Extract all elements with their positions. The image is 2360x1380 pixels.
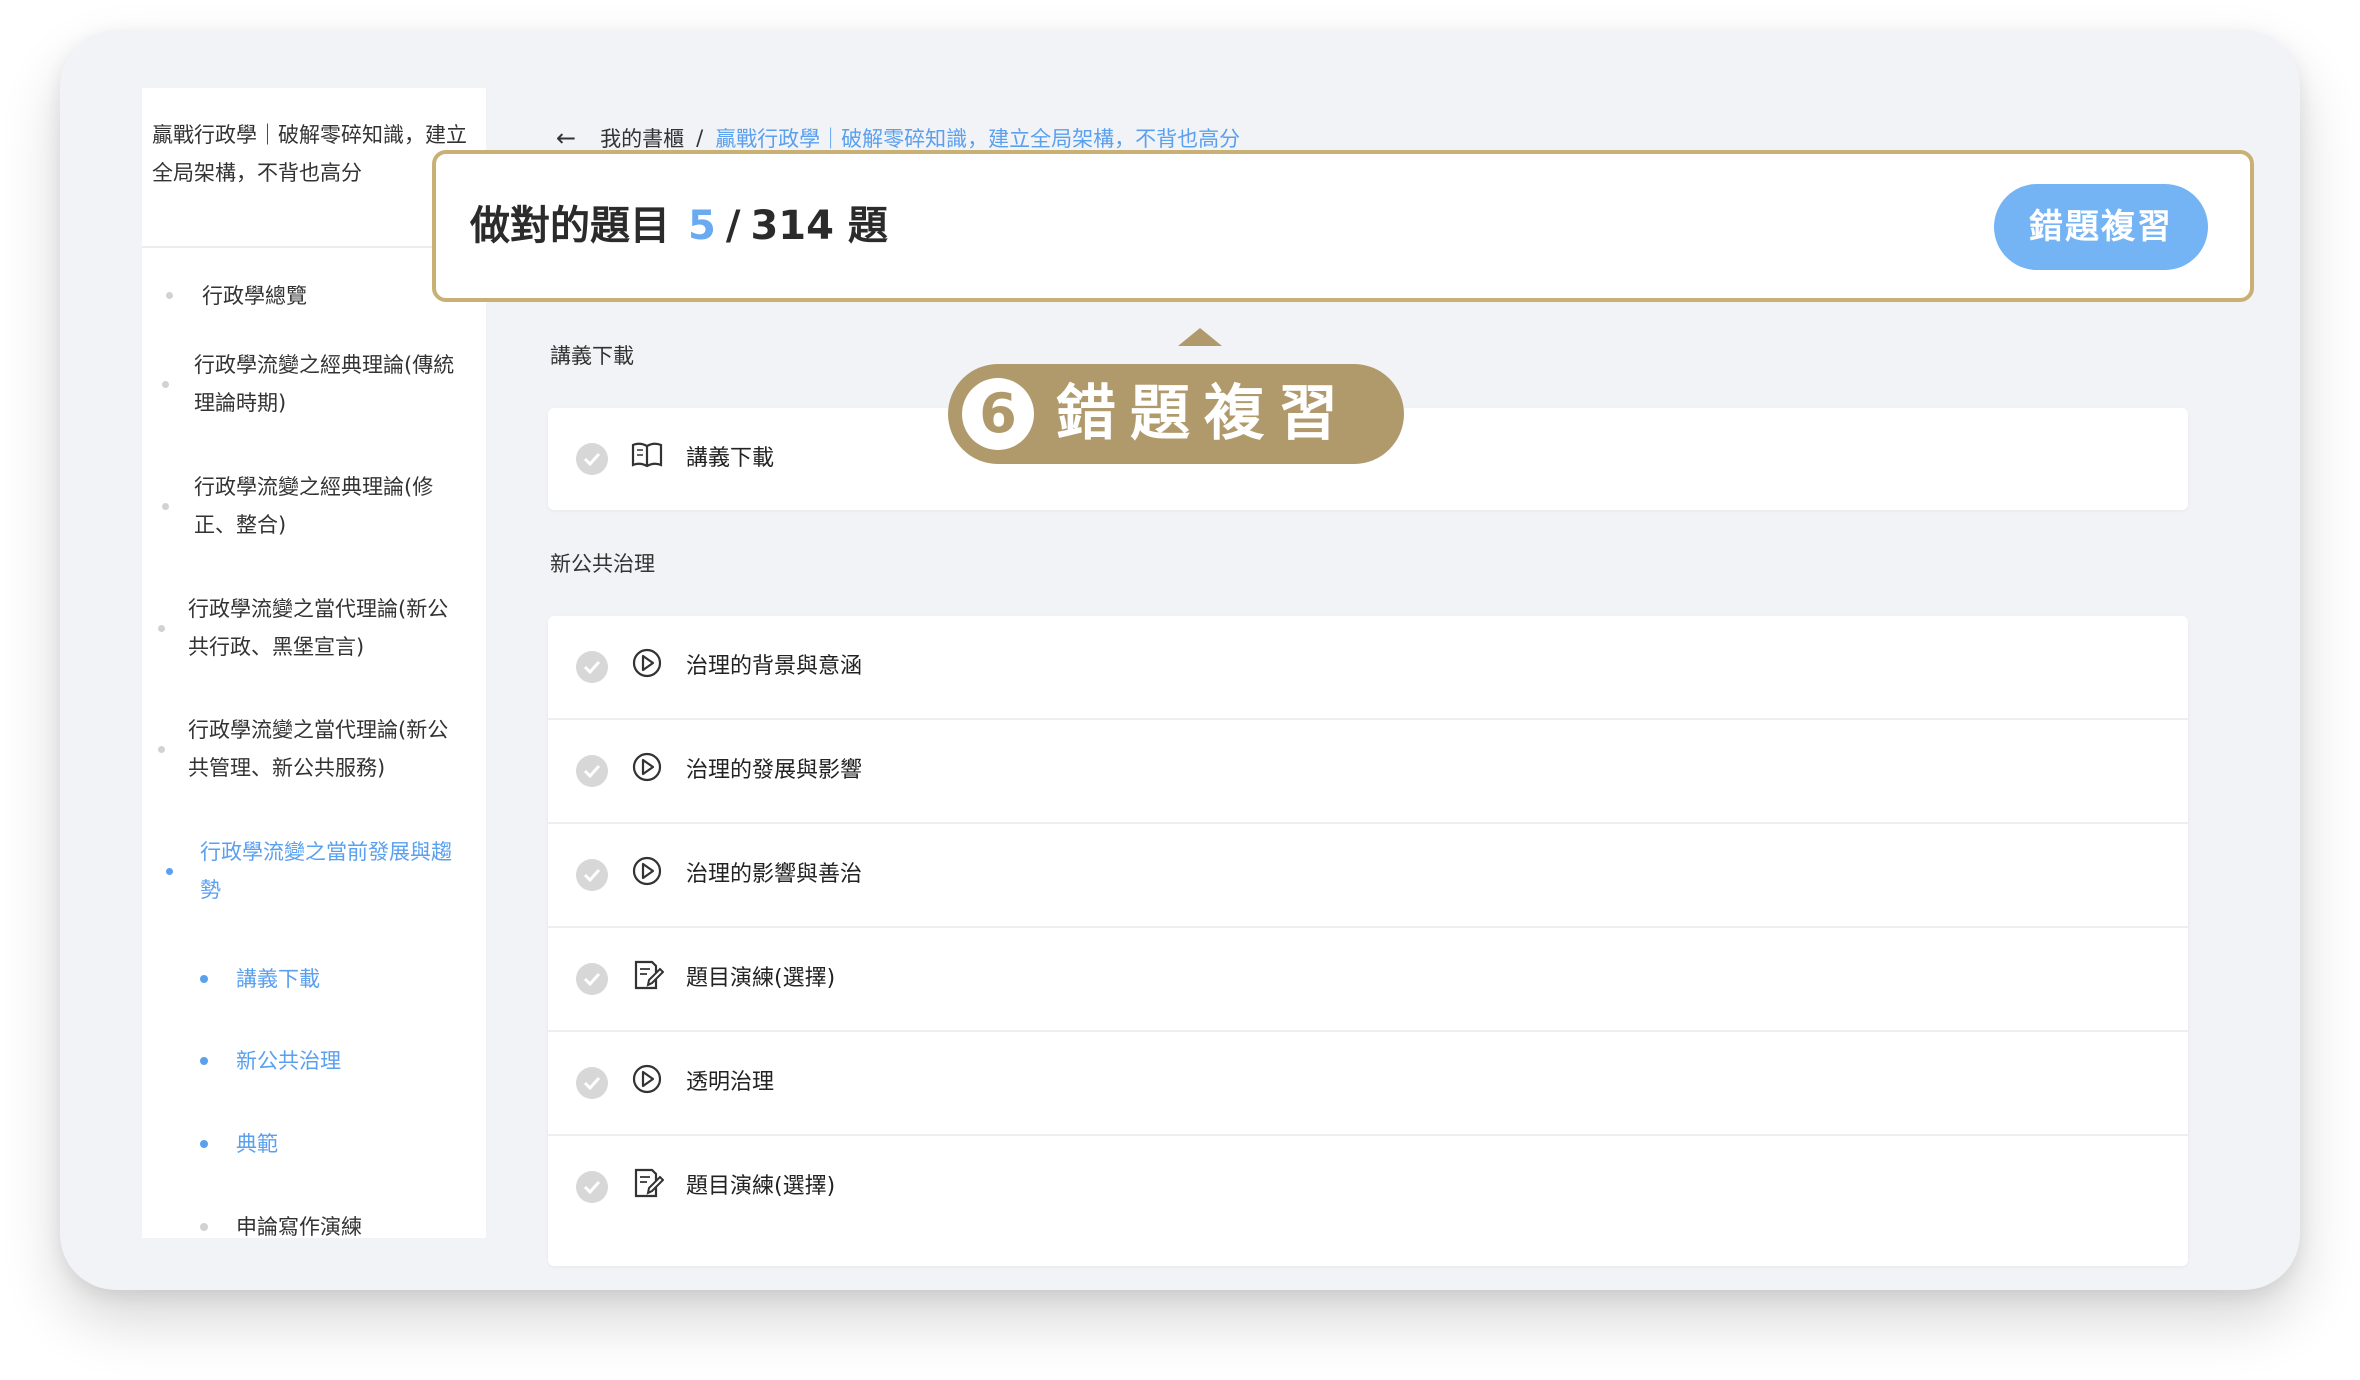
check-icon — [576, 1171, 608, 1203]
breadcrumb-separator: / — [696, 126, 704, 150]
list-item-label: 治理的背景與意涵 — [686, 654, 863, 679]
score-total: 314 題 — [750, 203, 888, 249]
exercise-icon — [634, 1168, 664, 1198]
callout-pointer — [1178, 328, 1222, 346]
play-icon — [632, 648, 662, 678]
list-item-label: 題目演練(選擇) — [686, 1174, 836, 1199]
app-window: 贏戰行政學｜破解零碎知識，建立全局架構，不背也高分 行政學總覽 行政學流變之經典… — [60, 30, 2300, 1290]
list-item-label: 治理的發展與影響 — [686, 758, 863, 783]
section-title-handout: 講義下載 — [550, 344, 634, 368]
sidebar-subitem-handout[interactable]: 講義下載 — [142, 954, 486, 1004]
check-icon — [576, 963, 608, 995]
sidebar-item-label: 行政學流變之當前發展與趨勢 — [200, 840, 452, 902]
play-icon — [632, 1064, 662, 1094]
score-summary: 做對的題目 5/314 題 — [470, 154, 888, 298]
score-highlight-box: 做對的題目 5/314 題 錯題複習 — [432, 150, 2254, 302]
list-item[interactable]: 題目演練(選擇) — [548, 928, 2188, 1032]
list-item[interactable]: 治理的背景與意涵 — [548, 616, 2188, 720]
breadcrumb-current[interactable]: 贏戰行政學｜破解零碎知識，建立全局架構，不背也高分 — [715, 123, 1240, 153]
section-card-new-governance: 治理的背景與意涵 治理的發展與影響 治理的影響與善治 題目演練(選擇) 透明治理… — [548, 616, 2188, 1266]
sidebar-item-label: 行政學流變之經典理論(修正、整合) — [194, 475, 434, 537]
check-icon — [576, 859, 608, 891]
list-item-label: 講義下載 — [686, 446, 775, 471]
sidebar-item-classic-revised[interactable]: 行政學流變之經典理論(修正、整合) — [142, 462, 486, 552]
bullet-icon — [200, 1223, 208, 1231]
bullet-icon — [162, 503, 169, 510]
bullet-icon — [200, 1057, 208, 1065]
sidebar-item-label: 新公共治理 — [236, 1049, 341, 1073]
bullet-icon — [162, 381, 169, 388]
sidebar-item-label: 講義下載 — [236, 967, 320, 991]
course-title: 贏戰行政學｜破解零碎知識，建立全局架構，不背也高分 — [152, 123, 467, 185]
check-icon — [576, 651, 608, 683]
step-number-badge: 6 — [962, 378, 1034, 450]
play-icon — [632, 856, 662, 886]
list-item-label: 治理的影響與善治 — [686, 862, 863, 887]
sidebar-subitem-essay-practice[interactable]: 申論寫作演練 — [142, 1202, 486, 1238]
check-icon — [576, 755, 608, 787]
sidebar-item-contemporary-npa[interactable]: 行政學流變之當代理論(新公共行政、黑堡宣言) — [142, 584, 486, 674]
callout-text: 錯題複習 — [1056, 379, 1352, 449]
callout-badge: 6 錯題複習 — [948, 364, 1404, 464]
section-title-new-governance: 新公共治理 — [550, 552, 655, 576]
exercise-icon — [634, 960, 664, 990]
score-label: 做對的題目 — [470, 203, 670, 249]
play-icon — [632, 752, 662, 782]
score-slash: / — [725, 203, 741, 249]
check-icon — [576, 1067, 608, 1099]
bullet-icon — [166, 868, 173, 875]
book-icon — [631, 442, 663, 468]
sidebar-item-classic-traditional[interactable]: 行政學流變之經典理論(傳統理論時期) — [142, 340, 486, 430]
list-item[interactable]: 題目演練(選擇) — [548, 1136, 2188, 1238]
bullet-icon — [200, 1140, 208, 1148]
list-item-label: 題目演練(選擇) — [686, 966, 836, 991]
sidebar-subitem-new-governance[interactable]: 新公共治理 — [142, 1036, 486, 1086]
bullet-icon — [158, 746, 165, 753]
sidebar-item-label: 行政學流變之當代理論(新公共管理、新公共服務) — [188, 718, 449, 780]
sidebar-item-label: 申論寫作演練 — [236, 1215, 362, 1238]
sidebar-item-label: 行政學流變之經典理論(傳統理論時期) — [194, 353, 455, 415]
sidebar-subitem-paradigm[interactable]: 典範 — [142, 1119, 486, 1169]
bullet-icon — [158, 625, 165, 632]
bullet-icon — [166, 292, 173, 299]
breadcrumb-home[interactable]: 我的書櫃 — [600, 123, 684, 153]
list-item[interactable]: 治理的影響與善治 — [548, 824, 2188, 928]
list-item[interactable]: 治理的發展與影響 — [548, 720, 2188, 824]
arrow-left-icon[interactable]: ← — [556, 124, 576, 152]
list-item-label: 透明治理 — [686, 1070, 775, 1095]
sidebar-item-contemporary-npm[interactable]: 行政學流變之當代理論(新公共管理、新公共服務) — [142, 705, 486, 795]
bullet-icon — [200, 975, 208, 983]
sidebar-item-label: 行政學流變之當代理論(新公共行政、黑堡宣言) — [188, 597, 449, 659]
sidebar-item-current-trends[interactable]: 行政學流變之當前發展與趨勢 — [142, 827, 486, 917]
list-item[interactable]: 透明治理 — [548, 1032, 2188, 1136]
wrong-question-review-button[interactable]: 錯題複習 — [1994, 184, 2208, 270]
sidebar-item-label: 行政學總覽 — [202, 284, 307, 308]
score-correct: 5 — [688, 203, 716, 249]
check-icon — [576, 443, 608, 475]
sidebar-item-label: 典範 — [236, 1132, 278, 1156]
